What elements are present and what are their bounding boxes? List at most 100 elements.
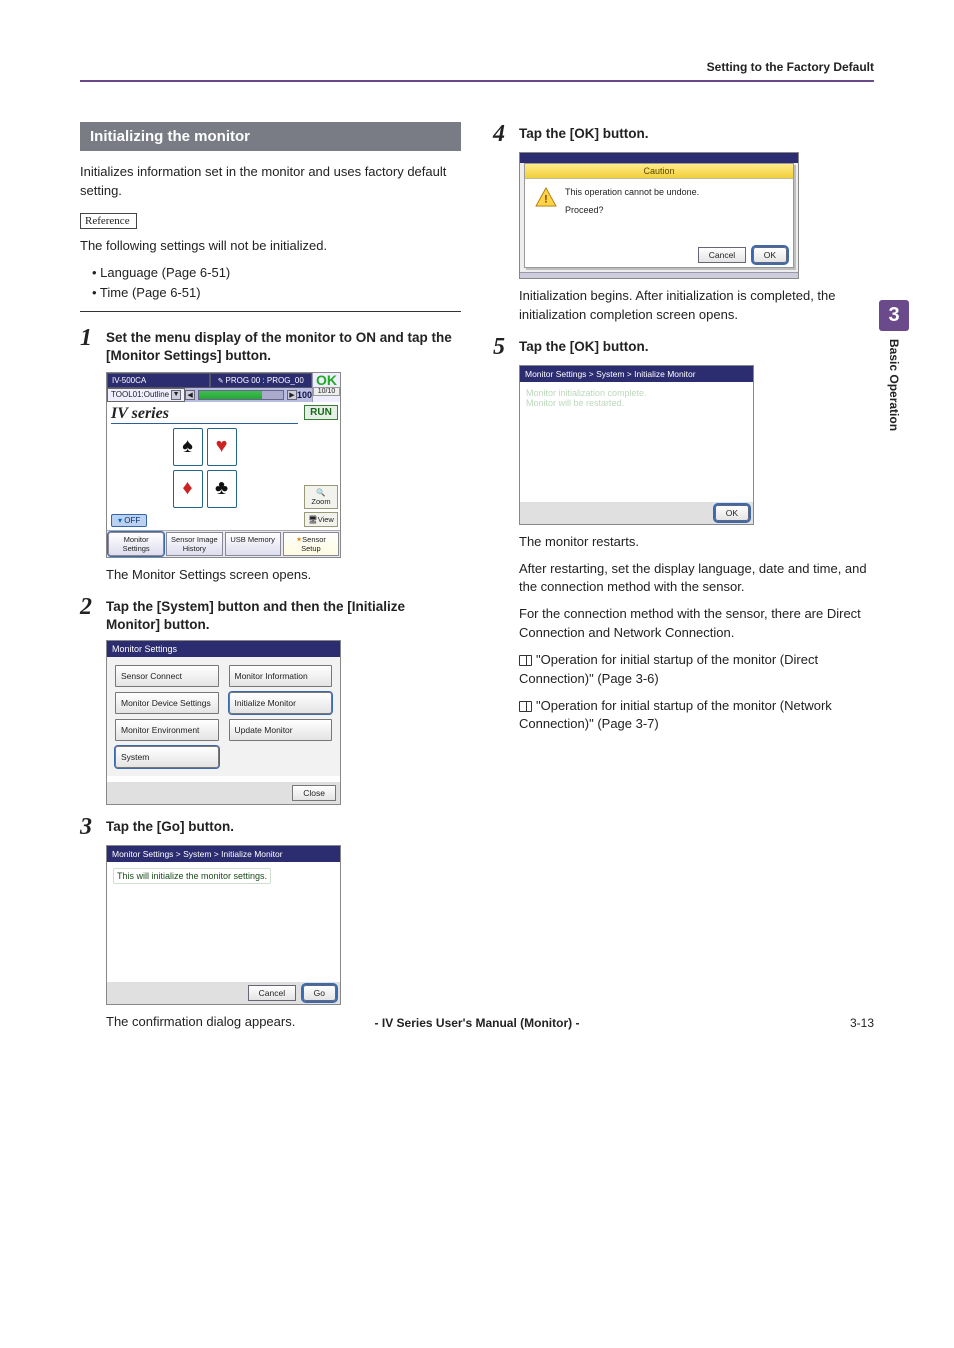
left-column: Initializing the monitor Initializes inf… <box>80 122 461 1040</box>
sensor-connect-button[interactable]: Sensor Connect <box>115 665 219 687</box>
right-column: 4 Tap the [OK] button. Caution ! <box>493 122 874 1040</box>
monitor-environment-button[interactable]: Monitor Environment <box>115 719 219 741</box>
go-button[interactable]: Go <box>303 985 336 1001</box>
ok-ratio: 10/10 <box>313 387 340 396</box>
monitor-device-settings-button[interactable]: Monitor Device Settings <box>115 692 219 714</box>
step5-after3: For the connection method with the senso… <box>519 605 874 643</box>
footer-title: - IV Series User's Manual (Monitor) - <box>140 1016 814 1030</box>
prev-button[interactable]: ◀ <box>185 390 195 400</box>
reference-item: • Language (Page 6-51) <box>92 264 461 283</box>
chapter-thumb-tab: 3 Basic Operation <box>879 300 909 431</box>
confirm-message: This will initialize the monitor setting… <box>113 868 271 884</box>
chapter-label: Basic Operation <box>887 339 901 431</box>
close-button[interactable]: Close <box>292 785 336 801</box>
step-number: 5 <box>493 335 511 359</box>
usb-memory-button[interactable]: USB Memory <box>225 532 281 556</box>
step-text: Tap the [OK] button. <box>519 122 648 143</box>
ok-button[interactable]: OK <box>715 505 749 521</box>
spade-icon: ♠ <box>173 428 203 466</box>
system-button[interactable]: System <box>115 746 219 768</box>
cross-ref-1: "Operation for initial startup of the mo… <box>519 651 874 689</box>
sensor-setup-button[interactable]: ✶Sensor Setup <box>283 532 339 556</box>
step-3: 3 Tap the [Go] button. <box>80 815 461 839</box>
screenshot-caution-dialog: Caution ! This operation cannot be undon… <box>519 152 799 279</box>
view-button[interactable]: 🖥View <box>304 512 338 527</box>
complete-line1: Monitor initialization complete. <box>526 388 747 398</box>
ok-button[interactable]: OK <box>753 247 787 263</box>
panel-title: Monitor Settings <box>107 641 340 657</box>
step-number: 2 <box>80 595 98 619</box>
score-value: 100 <box>297 390 312 400</box>
reference-tag: Reference <box>80 213 137 229</box>
warning-icon: ! <box>535 187 557 207</box>
update-monitor-button[interactable]: Update Monitor <box>229 719 333 741</box>
cross-ref-text: "Operation for initial startup of the mo… <box>519 698 832 732</box>
score-bar <box>198 390 284 400</box>
cross-ref-2: "Operation for initial startup of the mo… <box>519 697 874 735</box>
program-label: ✎ PROG 00 : PROG_00 <box>210 373 313 388</box>
complete-line2: Monitor will be restarted. <box>526 398 747 408</box>
tool-dropdown-label: TOOL01:Outline <box>111 390 169 399</box>
monitor-information-button[interactable]: Monitor Information <box>229 665 333 687</box>
ok-status: OK <box>313 373 340 387</box>
book-icon <box>519 655 532 666</box>
view-label: View <box>318 515 334 524</box>
book-icon <box>519 701 532 712</box>
step-text: Tap the [System] button and then the [In… <box>106 595 461 634</box>
step-text: Tap the [Go] button. <box>106 815 234 836</box>
reference-block: The following settings will not be initi… <box>80 233 461 313</box>
chapter-number: 3 <box>879 300 909 331</box>
svg-text:!: ! <box>544 193 548 205</box>
device-id: IV-500CA <box>107 373 210 388</box>
scrollbar[interactable] <box>520 272 798 278</box>
cancel-button[interactable]: Cancel <box>698 247 746 263</box>
screenshot-initialize-confirm: Monitor Settings > System > Initialize M… <box>106 845 341 1005</box>
step-text: Tap the [OK] button. <box>519 335 648 356</box>
step4-after: Initialization begins. After initializat… <box>519 287 874 325</box>
iv-series-label: IV series <box>111 405 298 424</box>
sensor-image-history-button[interactable]: Sensor Image History <box>166 532 222 556</box>
chevron-down-icon: ▼ <box>171 390 181 400</box>
dialog-line2: Proceed? <box>565 205 699 215</box>
dialog-line1: This operation cannot be undone. <box>565 187 699 197</box>
step5-after2: After restarting, set the display langua… <box>519 560 874 598</box>
reference-lead: The following settings will not be initi… <box>80 237 461 256</box>
off-toggle[interactable]: ▾ OFF <box>111 514 147 527</box>
club-icon: ♣ <box>207 470 237 508</box>
panel-breadcrumb: Monitor Settings > System > Initialize M… <box>107 846 340 862</box>
dialog-title: Caution <box>525 164 793 179</box>
zoom-label: Zoom <box>311 497 330 506</box>
page-header: Setting to the Factory Default <box>80 60 874 74</box>
step-number: 3 <box>80 815 98 839</box>
screenshot-monitor-main: IV-500CA ✎ PROG 00 : PROG_00 TOOL01:Outl… <box>106 372 341 558</box>
initialize-monitor-button[interactable]: Initialize Monitor <box>229 692 333 714</box>
cross-ref-text: "Operation for initial startup of the mo… <box>519 652 818 686</box>
panel-breadcrumb: Monitor Settings > System > Initialize M… <box>520 366 753 382</box>
screenshot-monitor-settings: Monitor Settings Sensor Connect Monitor … <box>106 640 341 805</box>
step-4: 4 Tap the [OK] button. <box>493 122 874 146</box>
cancel-button[interactable]: Cancel <box>248 985 296 1001</box>
step-text: Set the menu display of the monitor to O… <box>106 326 461 365</box>
section-heading: Initializing the monitor <box>80 122 461 151</box>
off-label: OFF <box>124 516 140 525</box>
reference-item: • Time (Page 6-51) <box>92 284 461 303</box>
step5-after1: The monitor restarts. <box>519 533 874 552</box>
screenshot-init-complete: Monitor Settings > System > Initialize M… <box>519 365 754 525</box>
monitor-settings-button[interactable]: Monitor Settings <box>108 532 164 556</box>
header-rule <box>80 80 874 82</box>
sensor-setup-label: Sensor Setup <box>301 535 326 553</box>
heart-icon: ♥ <box>207 428 237 466</box>
program-text: PROG 00 : PROG_00 <box>226 376 304 385</box>
step-2: 2 Tap the [System] button and then the [… <box>80 595 461 634</box>
zoom-button[interactable]: 🔍Zoom <box>304 485 338 509</box>
next-button[interactable]: ▶ <box>287 390 297 400</box>
page-footer: - IV Series User's Manual (Monitor) - 3-… <box>80 1016 874 1030</box>
step-5: 5 Tap the [OK] button. <box>493 335 874 359</box>
run-button[interactable]: RUN <box>304 405 338 420</box>
step-1: 1 Set the menu display of the monitor to… <box>80 326 461 365</box>
step-number: 4 <box>493 122 511 146</box>
section-intro: Initializes information set in the monit… <box>80 163 461 201</box>
diamond-icon: ♦ <box>173 470 203 508</box>
tool-dropdown[interactable]: TOOL01:Outline ▼ <box>107 388 185 402</box>
page-number: 3-13 <box>814 1016 874 1030</box>
